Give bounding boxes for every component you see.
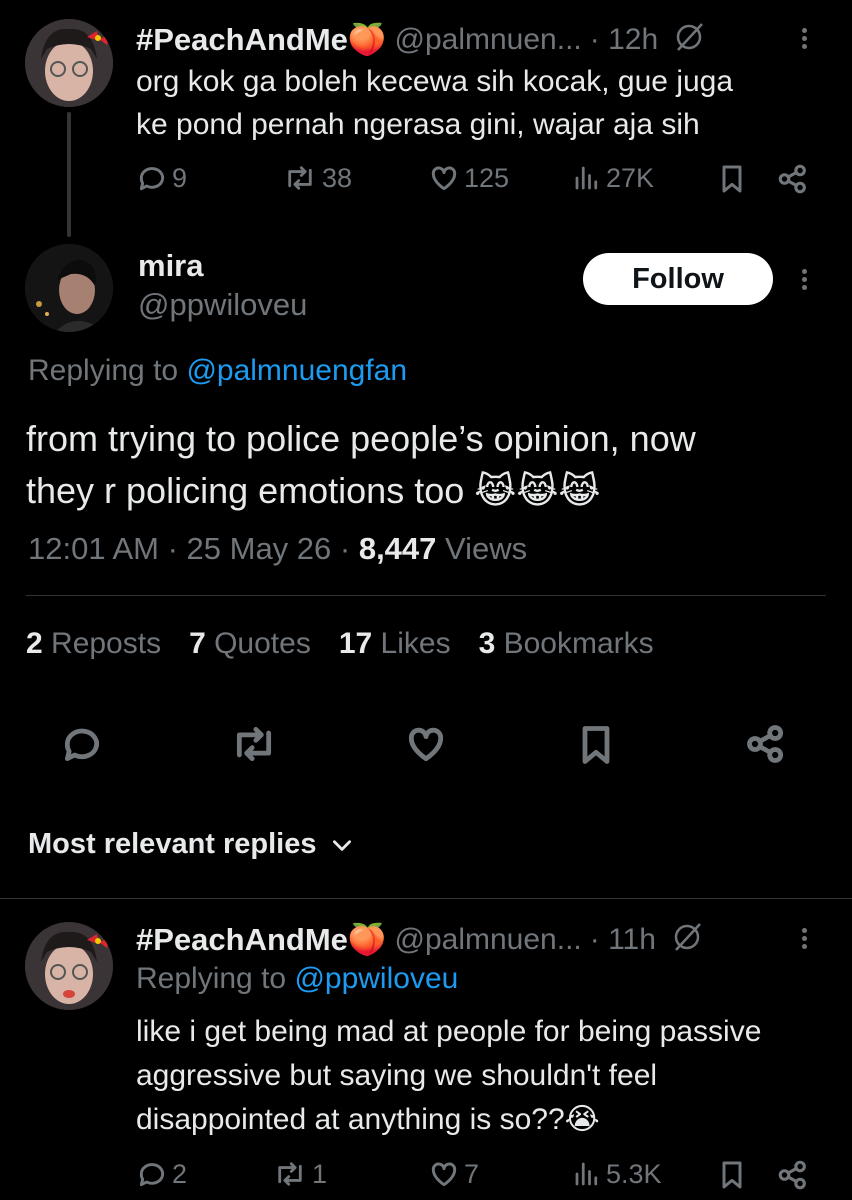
like-button[interactable] xyxy=(404,722,448,771)
post-text: from trying to police people’s opinion, … xyxy=(26,418,696,511)
post-time[interactable]: · 11h xyxy=(590,923,656,957)
repost-icon xyxy=(236,726,272,762)
like-icon xyxy=(408,727,444,762)
peach-emoji: 🍑 xyxy=(347,22,387,57)
bookmark-icon xyxy=(582,726,610,764)
repost-icon xyxy=(288,166,312,190)
replies-sort-dropdown[interactable]: Most relevant replies xyxy=(28,828,355,861)
bookmark-button[interactable] xyxy=(716,162,748,196)
handle[interactable]: @ppwiloveu xyxy=(138,287,307,323)
like-icon xyxy=(431,1162,457,1187)
like-count: 125 xyxy=(464,162,510,193)
reply-icon xyxy=(139,167,165,191)
crying-emoji: 😭 xyxy=(564,1103,600,1136)
repost-button[interactable] xyxy=(228,722,280,771)
share-icon xyxy=(778,164,806,194)
replying-to: Replying to @ppwiloveu xyxy=(136,962,459,995)
share-icon xyxy=(778,1160,806,1190)
views-icon xyxy=(575,1162,598,1186)
repost-count: 1 xyxy=(312,1158,328,1189)
display-name[interactable]: #PeachAndMe🍑 xyxy=(136,21,387,58)
bookmark-icon xyxy=(722,165,742,193)
reply-button[interactable] xyxy=(60,722,104,771)
reply-count: 2 xyxy=(172,1158,188,1189)
replying-to-link[interactable]: @ppwiloveu xyxy=(294,962,458,995)
repost-count: 38 xyxy=(322,162,353,193)
reply-icon xyxy=(139,1163,165,1187)
peach-emoji: 🍑 xyxy=(347,922,387,957)
handle[interactable]: @palmnuen... xyxy=(395,923,582,957)
like-icon xyxy=(431,166,457,191)
post-text: org kok ga boleh kecewa sih kocak, gue j… xyxy=(136,65,734,141)
avatar-peach[interactable] xyxy=(25,19,113,107)
reply-header: #PeachAndMe🍑 @palmnuen... · 11h xyxy=(136,920,704,959)
bookmark-icon xyxy=(722,1161,742,1189)
replying-to-link[interactable]: @palmnuengfan xyxy=(186,354,407,387)
share-button[interactable] xyxy=(744,722,788,771)
post-header: #PeachAndMe🍑 @palmnuen... · 12h xyxy=(136,20,706,59)
like-button[interactable]: 125 xyxy=(428,162,509,194)
repost-button[interactable]: 1 xyxy=(272,1158,327,1190)
views-count: 5.3K xyxy=(606,1158,662,1189)
more-icon[interactable] xyxy=(802,25,807,52)
grok-icon[interactable] xyxy=(672,20,706,59)
repost-button[interactable]: 38 xyxy=(282,162,352,194)
like-button[interactable]: 7 xyxy=(428,1158,479,1190)
reply-count: 9 xyxy=(172,162,188,193)
bookmark-button[interactable] xyxy=(716,1158,748,1192)
follow-button[interactable]: Follow xyxy=(583,253,773,305)
bookmarks-stat[interactable]: 3 Bookmarks xyxy=(479,627,654,661)
reply-button[interactable]: 2 xyxy=(136,1158,187,1190)
chevron-down-icon xyxy=(332,839,351,851)
quotes-stat[interactable]: 7 Quotes xyxy=(189,627,311,661)
grok-icon[interactable] xyxy=(670,920,704,959)
views-count: 27K xyxy=(606,162,655,193)
bookmark-button[interactable] xyxy=(574,722,618,773)
replying-to: Replying to @palmnuengfan xyxy=(28,354,408,387)
repost-icon xyxy=(278,1162,302,1186)
avatar-mira[interactable] xyxy=(25,244,113,332)
views-button[interactable]: 5.3K xyxy=(572,1158,662,1190)
reposts-stat[interactable]: 2 Reposts xyxy=(26,627,161,661)
more-icon[interactable] xyxy=(802,266,807,293)
thread-line xyxy=(67,112,71,237)
crying-cat-emoji: 😹😹😹 xyxy=(474,470,601,511)
share-button[interactable] xyxy=(776,1158,810,1192)
more-icon[interactable] xyxy=(802,925,807,952)
views-button[interactable]: 27K xyxy=(572,162,654,194)
reply-button[interactable]: 9 xyxy=(136,162,187,194)
display-name[interactable]: #PeachAndMe🍑 xyxy=(136,921,387,958)
share-button[interactable] xyxy=(776,162,810,196)
handle[interactable]: @palmnuen... xyxy=(395,23,582,57)
replies-sort-label: Most relevant replies xyxy=(28,828,317,860)
post-timestamp[interactable]: 12:01 AM · 25 May 26 · 8,447 Views xyxy=(28,531,527,567)
views-icon xyxy=(575,166,598,190)
likes-stat[interactable]: 17 Likes xyxy=(339,627,451,661)
display-name[interactable]: mira xyxy=(138,248,203,284)
avatar-peach[interactable] xyxy=(25,922,113,1010)
post-time[interactable]: · 12h xyxy=(590,23,658,57)
divider xyxy=(26,595,826,596)
engagement-stats: 2 Reposts 7 Quotes 17 Likes 3 Bookmarks xyxy=(26,627,654,661)
like-count: 7 xyxy=(464,1158,480,1189)
reply-icon xyxy=(64,728,100,762)
views-count: 8,447 xyxy=(358,531,437,566)
reply-text: like i get being mad at people for being… xyxy=(136,1015,762,1136)
divider xyxy=(0,898,852,899)
share-icon xyxy=(747,725,784,763)
